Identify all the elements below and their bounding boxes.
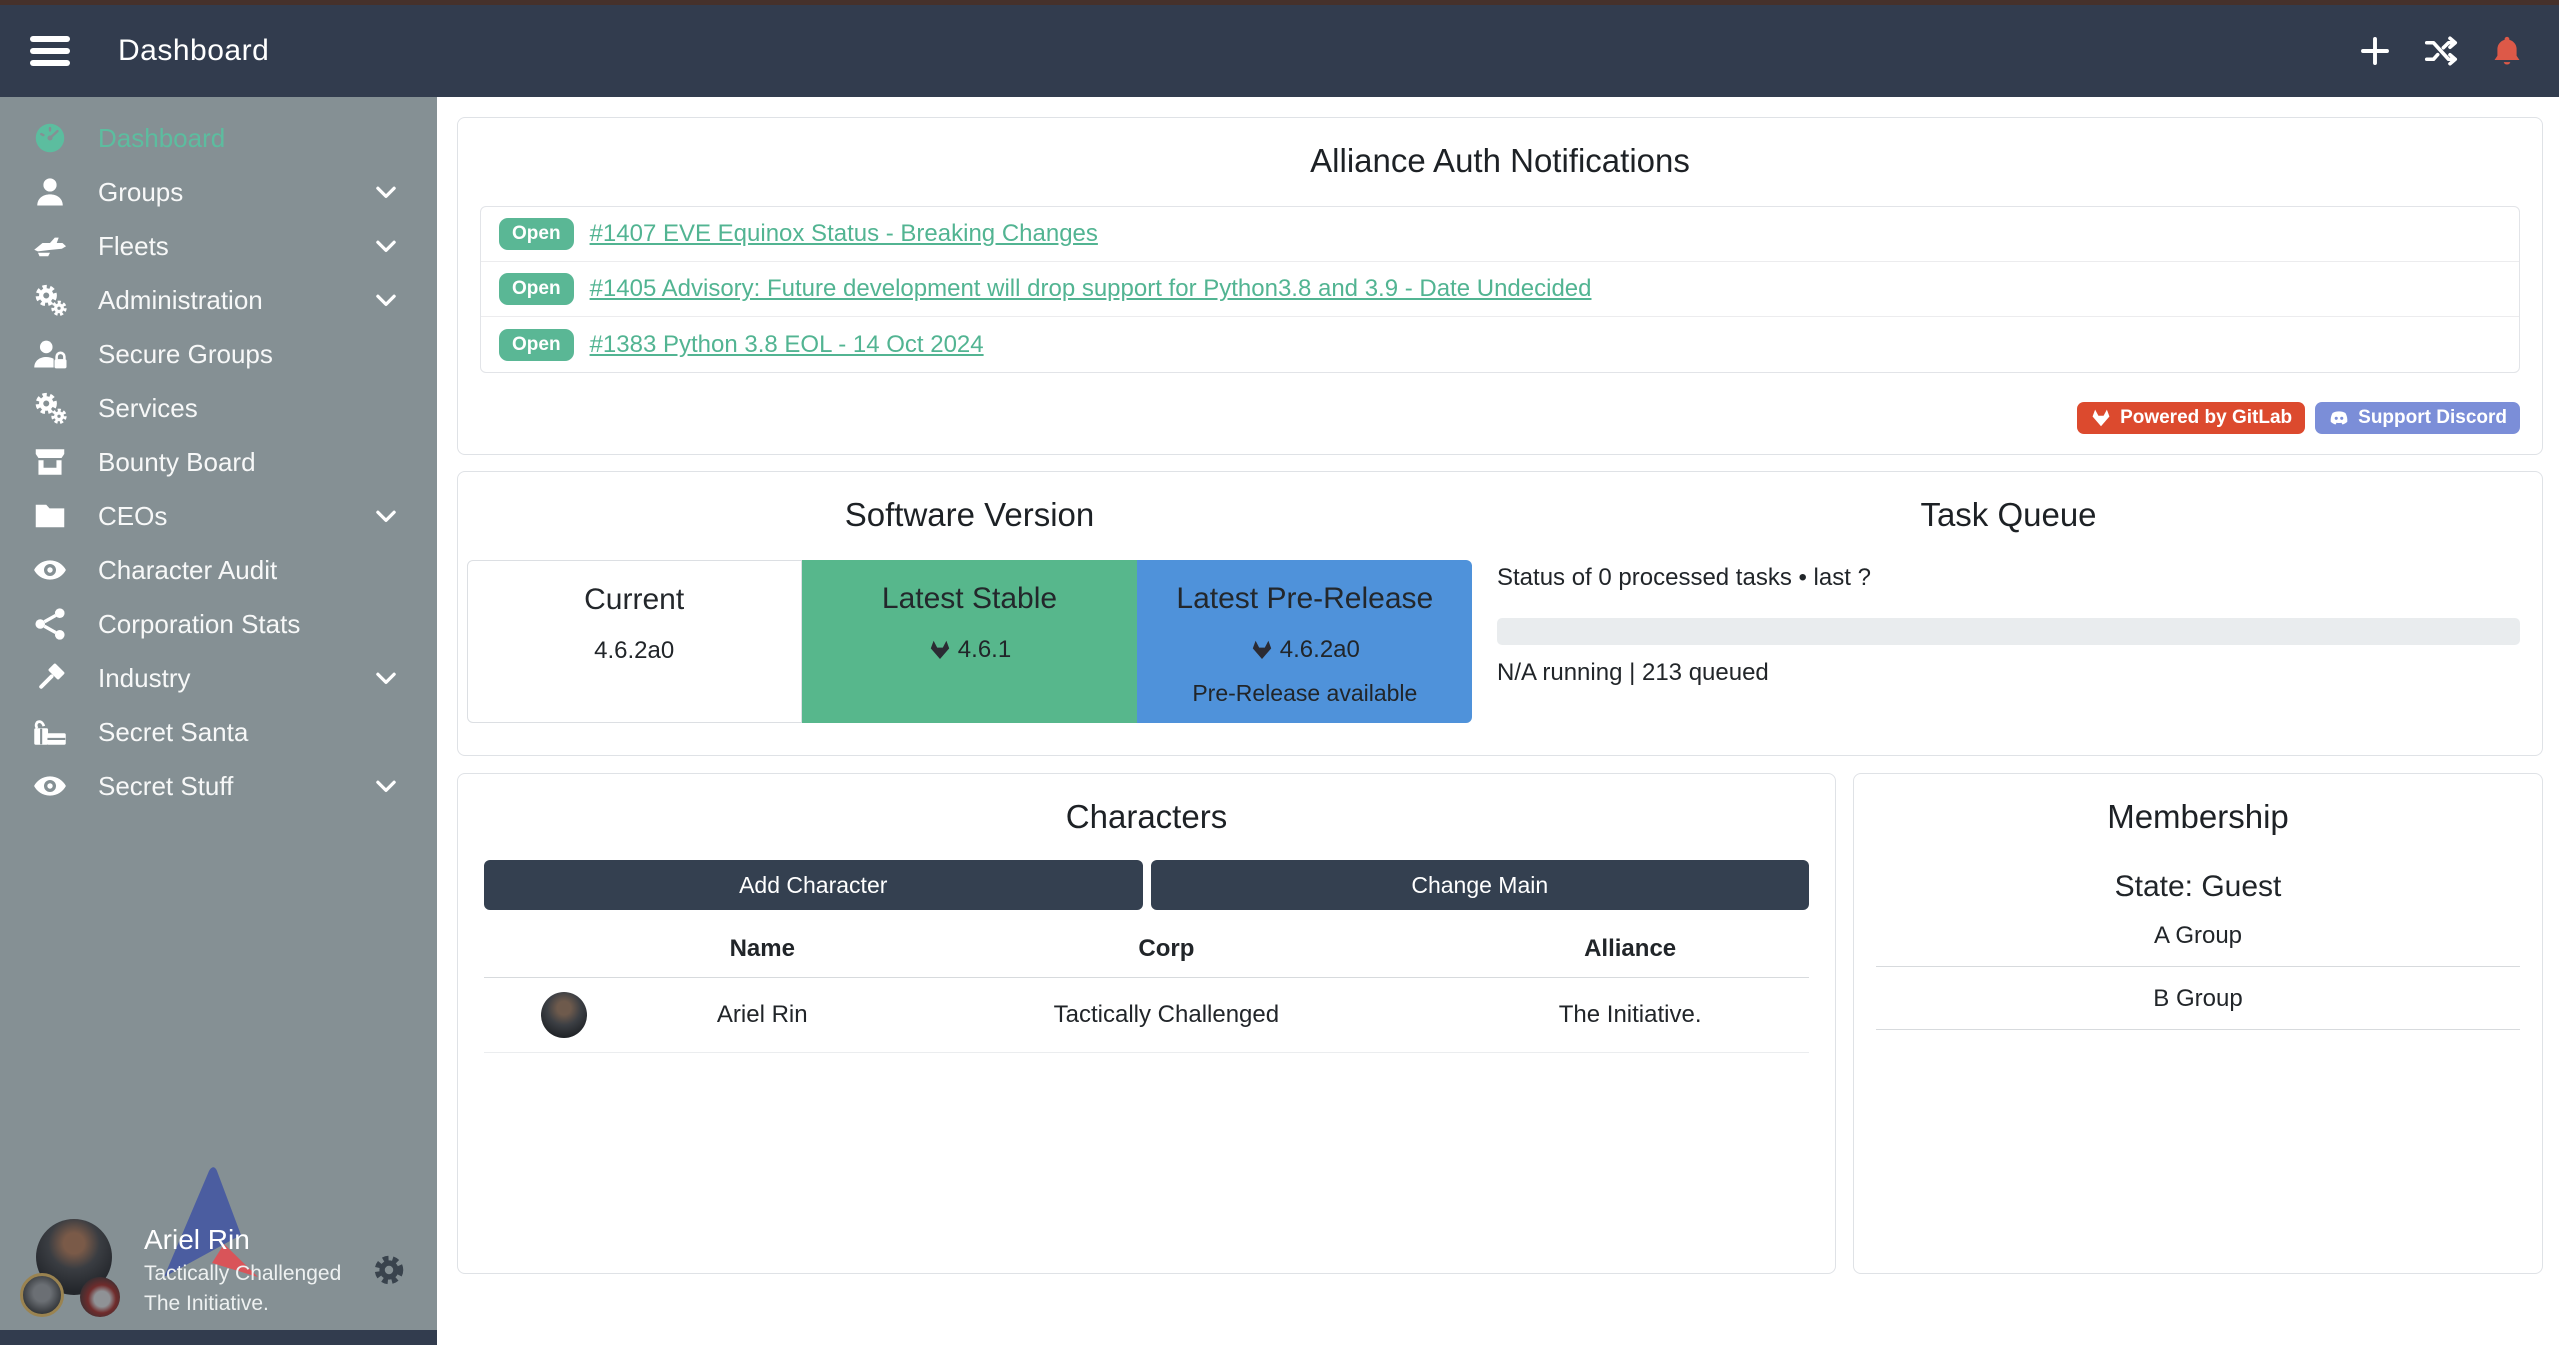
- membership-state: State: Guest: [1854, 870, 2542, 904]
- chevron-down-icon: [371, 771, 401, 801]
- membership-group: A Group: [1876, 904, 2520, 967]
- task-queue-progressbar: [1497, 618, 2520, 645]
- cell-character-corp: Tactically Challenged: [882, 1001, 1452, 1029]
- gears-icon: [32, 282, 68, 318]
- chevron-down-icon: [371, 285, 401, 315]
- folder-icon: [32, 498, 68, 534]
- version-current-cell: Current 4.6.2a0: [467, 560, 802, 723]
- version-prerelease-cell: Latest Pre-Release 4.6.2a0 Pre-Release a…: [1137, 560, 1472, 723]
- sidebar-item-groups[interactable]: Groups: [0, 165, 437, 219]
- gitlab-badge[interactable]: Powered by GitLab: [2077, 402, 2305, 434]
- notifications-list: Open #1407 EVE Equinox Status - Breaking…: [480, 206, 2520, 373]
- chevron-down-icon: [371, 501, 401, 531]
- navbar: Dashboard: [0, 5, 2559, 97]
- user-lock-icon: [32, 336, 68, 372]
- software-version-title: Software Version: [458, 472, 1481, 534]
- sidebar-item-secret-santa[interactable]: Secret Santa: [0, 705, 437, 759]
- notification-bell-icon[interactable]: [2489, 33, 2525, 69]
- chevron-down-icon: [371, 231, 401, 261]
- software-version-section: Software Version Current 4.6.2a0 Latest …: [458, 472, 1481, 755]
- notification-link[interactable]: #1405 Advisory: Future development will …: [590, 275, 1592, 303]
- sidebar-item-bounty-board[interactable]: Bounty Board: [0, 435, 437, 489]
- sidebar-item-dashboard[interactable]: Dashboard: [0, 111, 437, 165]
- version-box: Current 4.6.2a0 Latest Stable 4.6.1 Late…: [467, 560, 1473, 723]
- user-icon: [32, 174, 68, 210]
- user-panel: Ariel Rin Tactically Challenged The Init…: [0, 1210, 437, 1330]
- notifications-panel: Alliance Auth Notifications Open #1407 E…: [457, 117, 2543, 455]
- character-avatar: [541, 992, 587, 1038]
- sidebar-item-ceos[interactable]: CEOs: [0, 489, 437, 543]
- sidebar-item-services[interactable]: Services: [0, 381, 437, 435]
- user-alliance: The Initiative.: [144, 1292, 341, 1316]
- notification-row: Open #1383 Python 3.8 EOL - 14 Oct 2024: [481, 317, 2519, 372]
- sidebar-footer-bar: [0, 1330, 437, 1345]
- gitlab-icon: [928, 638, 952, 662]
- task-queue-section: Task Queue Status of 0 processed tasks •…: [1481, 472, 2542, 755]
- notifications-title: Alliance Auth Notifications: [458, 118, 2542, 180]
- change-main-button[interactable]: Change Main: [1151, 860, 1810, 910]
- sidebar-item-character-audit[interactable]: Character Audit: [0, 543, 437, 597]
- chevron-down-icon: [371, 663, 401, 693]
- eye-icon: [32, 552, 68, 588]
- notification-row: Open #1407 EVE Equinox Status - Breaking…: [481, 207, 2519, 262]
- membership-panel: Membership State: Guest A Group B Group: [1853, 773, 2543, 1274]
- characters-title: Characters: [458, 774, 1835, 836]
- sidebar: Dashboard Groups Fleets Administration S…: [0, 97, 437, 1345]
- avatar: [22, 1215, 122, 1325]
- discord-icon: [2328, 407, 2350, 429]
- store-icon: [32, 444, 68, 480]
- notification-link[interactable]: #1407 EVE Equinox Status - Breaking Chan…: [590, 220, 1098, 248]
- status-panel: Software Version Current 4.6.2a0 Latest …: [457, 471, 2543, 756]
- jet-icon: [32, 228, 68, 264]
- add-icon[interactable]: [2357, 33, 2393, 69]
- sidebar-item-secure-groups[interactable]: Secure Groups: [0, 327, 437, 381]
- task-queue-counts: N/A running | 213 queued: [1497, 659, 2520, 687]
- characters-panel: Characters Add Character Change Main Nam…: [457, 773, 1836, 1274]
- sidebar-item-fleets[interactable]: Fleets: [0, 219, 437, 273]
- eye-icon: [32, 768, 68, 804]
- sidebar-item-corporation-stats[interactable]: Corporation Stats: [0, 597, 437, 651]
- shuffle-icon[interactable]: [2423, 33, 2459, 69]
- version-stable-cell: Latest Stable 4.6.1: [802, 560, 1137, 723]
- share-icon: [32, 606, 68, 642]
- discord-badge[interactable]: Support Discord: [2315, 402, 2520, 434]
- cell-character-alliance: The Initiative.: [1451, 1001, 1809, 1029]
- gitlab-icon: [1250, 638, 1274, 662]
- sidebar-item-administration[interactable]: Administration: [0, 273, 437, 327]
- sidebar-item-industry[interactable]: Industry: [0, 651, 437, 705]
- page-title: Dashboard: [118, 34, 269, 68]
- status-badge: Open: [499, 273, 574, 305]
- user-corp: Tactically Challenged: [144, 1262, 341, 1286]
- notification-link[interactable]: #1383 Python 3.8 EOL - 14 Oct 2024: [590, 331, 984, 359]
- table-row: Ariel Rin Tactically Challenged The Init…: [484, 978, 1809, 1053]
- task-queue-status: Status of 0 processed tasks • last ?: [1497, 564, 2520, 592]
- chevron-down-icon: [371, 177, 401, 207]
- gifts-icon: [32, 714, 68, 750]
- hammer-icon: [32, 660, 68, 696]
- task-queue-title: Task Queue: [1497, 472, 2520, 534]
- gauge-icon: [32, 120, 68, 156]
- sidebar-item-secret-stuff[interactable]: Secret Stuff: [0, 759, 437, 813]
- alliance-logo: [80, 1277, 120, 1317]
- gears-icon: [32, 390, 68, 426]
- cell-character-name: Ariel Rin: [643, 1001, 882, 1029]
- corp-logo: [20, 1273, 64, 1317]
- membership-title: Membership: [1854, 774, 2542, 836]
- column-header-corp: Corp: [882, 935, 1452, 963]
- main-content: Alliance Auth Notifications Open #1407 E…: [437, 97, 2559, 1345]
- menu-toggle-icon[interactable]: [30, 36, 70, 66]
- column-header-alliance: Alliance: [1451, 935, 1809, 963]
- top-accent-bar: [0, 0, 2559, 5]
- user-name: Ariel Rin: [144, 1224, 341, 1256]
- membership-group: B Group: [1876, 967, 2520, 1030]
- settings-gear-icon[interactable]: [371, 1252, 407, 1288]
- characters-table: Name Corp Alliance Ariel Rin Tactically …: [484, 920, 1809, 1053]
- column-header-name: Name: [643, 935, 882, 963]
- add-character-button[interactable]: Add Character: [484, 860, 1143, 910]
- status-badge: Open: [499, 329, 574, 361]
- gitlab-icon: [2090, 407, 2112, 429]
- status-badge: Open: [499, 218, 574, 250]
- notification-row: Open #1405 Advisory: Future development …: [481, 262, 2519, 317]
